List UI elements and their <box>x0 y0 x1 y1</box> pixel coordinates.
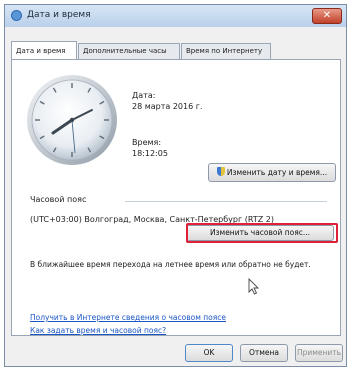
tab-panel-date-time: Дата: 28 марта 2016 г. Время: 18:12:05 И… <box>11 59 341 336</box>
close-button[interactable]: ✕ <box>312 8 342 24</box>
date-value: 28 марта 2016 г. <box>132 102 203 111</box>
change-date-time-button[interactable]: Изменить дату и время... <box>208 163 336 182</box>
analog-clock <box>27 75 117 165</box>
dst-notice: В ближайшее время перехода на летнее вре… <box>30 260 311 269</box>
shield-icon <box>216 167 225 176</box>
timezone-section-label: Часовой пояс <box>30 195 87 204</box>
date-label: Дата: <box>132 91 156 100</box>
tab-additional-clocks[interactable]: Дополнительные часы <box>78 43 180 59</box>
mouse-pointer-icon <box>248 278 260 295</box>
ok-button[interactable]: OK <box>185 344 233 362</box>
online-timezone-info-link[interactable]: Получить в Интернете сведения о часовом … <box>30 313 226 322</box>
highlight-box <box>186 223 338 243</box>
window-title: Дата и время <box>27 10 91 20</box>
how-to-set-time-link[interactable]: Как задать время и часовой пояс? <box>30 326 166 335</box>
cancel-button[interactable]: Отмена <box>240 344 288 362</box>
time-value: 18:12:05 <box>132 149 168 158</box>
clock-icon <box>11 10 22 21</box>
tab-date-time[interactable]: Дата и время <box>11 41 77 59</box>
change-date-time-label: Изменить дату и время... <box>226 168 328 177</box>
title-bar: Дата и время ✕ <box>5 5 346 27</box>
date-time-dialog: Дата и время ✕ Дата и время Дополнительн… <box>4 4 347 367</box>
apply-button[interactable]: Применить <box>295 344 343 362</box>
time-label: Время: <box>132 138 162 147</box>
tab-internet-time[interactable]: Время по Интернету <box>181 43 271 59</box>
section-divider <box>125 201 327 202</box>
